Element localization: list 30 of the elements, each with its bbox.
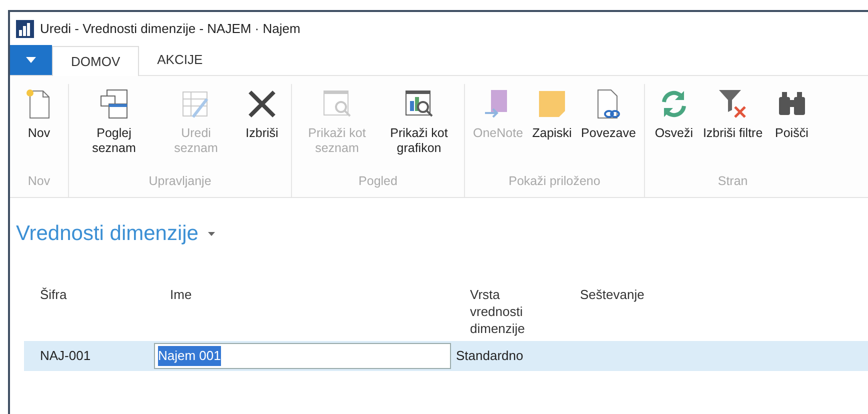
window-title: Uredi - Vrednosti dimenzije - NAJEM · Najem <box>40 20 300 38</box>
column-header[interactable]: Šifra <box>24 282 154 341</box>
caret-icon <box>26 57 36 63</box>
app-menu-button[interactable] <box>10 45 52 75</box>
ribbon-button[interactable]: Izbriši <box>237 84 287 172</box>
column-header[interactable]: Seštevanje <box>564 282 868 341</box>
ribbon-button[interactable]: Poišči <box>766 84 817 172</box>
table-cell-text: NAJ-001 <box>39 347 92 366</box>
ribbon-button[interactable]: Izbriši filtre <box>698 84 767 172</box>
name-input-field[interactable]: Najem 001 <box>154 343 451 369</box>
ribbon-tab[interactable]: DOMOV <box>52 46 140 76</box>
column-header[interactable]: Ime <box>154 282 454 341</box>
ribbon-button[interactable]: Povezave <box>577 84 640 172</box>
app-logo-icon <box>16 20 34 38</box>
table-row[interactable]: NAJ-001 Najem 001 Standardno <box>24 341 868 371</box>
ribbon-group-label: Upravljanje <box>148 173 212 190</box>
ribbon-button[interactable]: Zapiski <box>527 84 578 172</box>
ribbon-group-label: Stran <box>716 173 749 190</box>
ribbon-group-label: Nov <box>26 173 52 190</box>
table-cell-text: Standardno <box>455 347 524 366</box>
ribbon-group-label: Pogled <box>358 173 398 190</box>
ribbon-button[interactable]: Prikaži kot grafikon <box>378 84 460 172</box>
ribbon-button[interactable]: Nov <box>14 84 64 172</box>
ribbon-button[interactable]: Osveži <box>648 84 699 172</box>
page-title: Vrednosti dimenzije <box>16 221 198 248</box>
ribbon-button[interactable]: Poglej seznam <box>73 84 155 172</box>
column-header[interactable]: Vrsta vrednosti dimenzije <box>454 282 564 341</box>
ribbon-tab[interactable]: AKCIJE <box>139 45 221 75</box>
ribbon-group-label: Pokaži priloženo <box>508 173 602 190</box>
dropdown-caret-icon[interactable] <box>208 232 216 236</box>
